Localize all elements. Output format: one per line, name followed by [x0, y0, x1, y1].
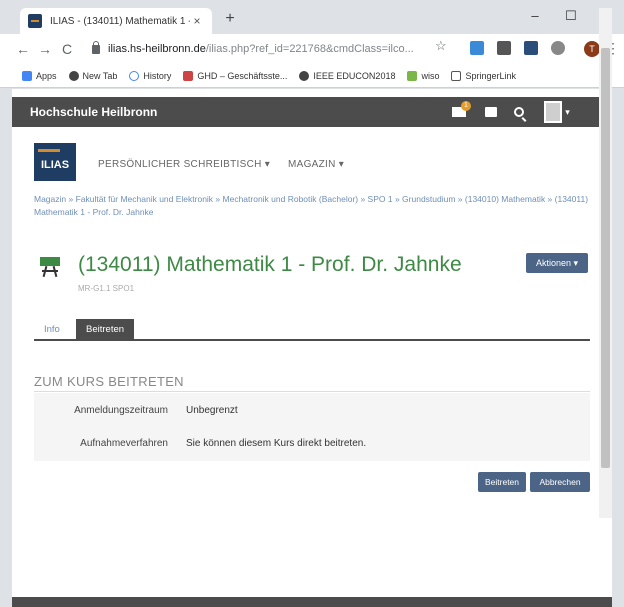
- course-icon: [40, 257, 60, 278]
- url-host: ilias.hs-heilbronn.de: [108, 43, 206, 55]
- divider: [34, 391, 590, 392]
- mail-icon: 1: [452, 101, 471, 117]
- extension-icon[interactable]: [551, 41, 565, 55]
- registration-period-value: Unbegrenzt: [186, 405, 238, 416]
- chrome-icon: [68, 70, 79, 81]
- extension-icons: [470, 41, 565, 55]
- chat-button[interactable]: [478, 97, 504, 127]
- back-button[interactable]: ←: [12, 41, 34, 57]
- tab-join[interactable]: Beitreten: [76, 319, 135, 341]
- top-bar: Hochschule Heilbronn 1 ▾: [12, 97, 612, 127]
- nav-magazine[interactable]: MAGAZIN ▾: [288, 159, 344, 170]
- bookmark-ghd[interactable]: GHD – Geschäftsste...: [183, 70, 287, 81]
- ilias-favicon-icon: [28, 14, 42, 28]
- scrollbar-thumb[interactable]: [601, 48, 610, 468]
- apps-grid-icon: [22, 70, 32, 81]
- site-title[interactable]: Hochschule Heilbronn: [30, 105, 157, 119]
- springer-icon: [451, 70, 462, 81]
- extension-icon[interactable]: [470, 41, 484, 55]
- globe-icon: [299, 70, 310, 81]
- nav-personal-desktop[interactable]: PERSÖNLICHER SCHREIBTISCH ▾: [98, 159, 270, 170]
- browser-tab[interactable]: ILIAS - (134011) Mathematik 1 - ... ×: [20, 8, 212, 34]
- section-heading: ZUM KURS BEITRETEN: [34, 374, 184, 389]
- search-icon: [514, 107, 524, 117]
- page-title: (134011) Mathematik 1 - Prof. Dr. Jahnke: [78, 253, 462, 276]
- lock-icon: [92, 40, 100, 54]
- reload-button[interactable]: C: [56, 41, 78, 57]
- breadcrumb[interactable]: Magazin » Fakultät für Mechanik und Elek…: [34, 193, 594, 219]
- join-button[interactable]: Beitreten: [478, 472, 526, 492]
- browser-tabstrip: ILIAS - (134011) Mathematik 1 - ... × + …: [0, 0, 624, 34]
- admission-procedure-label: Aufnahmeverfahren: [80, 438, 168, 449]
- tab-bar: Info Beitreten: [34, 319, 590, 341]
- bookmark-star-icon[interactable]: ☆: [435, 38, 447, 54]
- mail-badge: 1: [461, 101, 471, 111]
- bookmark-apps[interactable]: Apps: [22, 70, 57, 81]
- browser-toolbar: ← → C ilias.hs-heilbronn.de /ilias.php?r…: [0, 34, 624, 64]
- ghd-icon: [183, 70, 194, 81]
- bookmark-history[interactable]: History: [129, 70, 171, 81]
- bookmark-wiso[interactable]: wiso: [407, 70, 439, 81]
- join-form: Anmeldungszeitraum Unbegrenzt Aufnahmeve…: [34, 393, 590, 461]
- user-menu-button[interactable]: ▾: [536, 97, 578, 127]
- registration-period-label: Anmeldungszeitraum: [74, 405, 168, 416]
- user-avatar: [544, 101, 563, 123]
- bookmarks-bar: Apps New Tab History GHD – Geschäftsste.…: [0, 64, 624, 88]
- clock-icon: [129, 70, 140, 81]
- tab-info[interactable]: Info: [34, 319, 70, 341]
- bookmark-springerlink[interactable]: SpringerLink: [451, 70, 516, 81]
- tab-title: ILIAS - (134011) Mathematik 1 - ...: [50, 15, 190, 27]
- chevron-down-icon: ▾: [565, 106, 570, 117]
- minimize-button[interactable]: –: [520, 6, 550, 26]
- maximize-button[interactable]: ☐: [556, 6, 586, 26]
- footer-bar: [12, 597, 612, 607]
- extension-icon[interactable]: [497, 41, 511, 55]
- extension-icon[interactable]: [524, 41, 538, 55]
- new-tab-button[interactable]: +: [220, 10, 240, 28]
- course-subtitle: MR-G1.1 SPO1: [78, 284, 135, 293]
- admission-procedure-value: Sie können diesem Kurs direkt beitreten.: [186, 438, 367, 449]
- ilias-page: Hochschule Heilbronn 1 ▾ ILIAS PERSÖNLIC…: [12, 89, 612, 607]
- search-button[interactable]: [506, 97, 532, 127]
- wiso-icon: [407, 70, 418, 81]
- url-path: /ilias.php?ref_id=221768&cmdClass=ilco..…: [205, 43, 414, 55]
- address-bar[interactable]: ilias.hs-heilbronn.de /ilias.php?ref_id=…: [92, 39, 460, 59]
- forward-button[interactable]: →: [34, 41, 56, 57]
- page-scrollbar[interactable]: [599, 8, 612, 518]
- profile-avatar[interactable]: T: [584, 41, 600, 57]
- actions-button[interactable]: Aktionen ▾: [526, 253, 588, 273]
- bookmark-new-tab[interactable]: New Tab: [68, 70, 117, 81]
- mail-button[interactable]: 1: [446, 97, 472, 127]
- tab-close-icon[interactable]: ×: [190, 14, 204, 28]
- ilias-logo[interactable]: ILIAS: [34, 143, 76, 181]
- bookmark-ieee[interactable]: IEEE EDUCON2018: [299, 70, 395, 81]
- chat-icon: [485, 107, 497, 117]
- cancel-button[interactable]: Abbrechen: [530, 472, 590, 492]
